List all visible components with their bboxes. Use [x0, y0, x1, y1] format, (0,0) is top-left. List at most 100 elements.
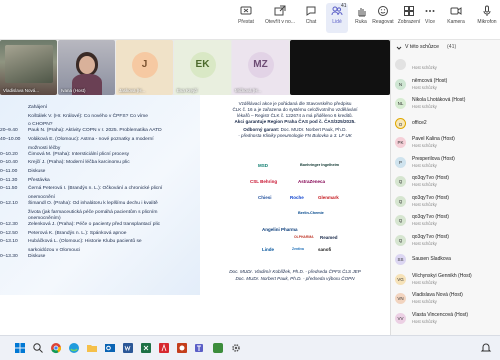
participant-name: Presperilova (Host)	[412, 155, 455, 162]
participant-name: Sausen Sladkova	[412, 256, 451, 262]
logo-csl-behring: CSL Behring	[250, 179, 278, 184]
participant-avatar: NL	[395, 98, 406, 109]
info-line-2: ČLK č. 16 a je zařazena do systému celož…	[232, 107, 358, 112]
acrobat-icon[interactable]	[158, 342, 170, 354]
camera-label: Kamera	[447, 19, 465, 25]
word-icon[interactable]	[122, 342, 134, 354]
camera-icon	[450, 7, 462, 15]
camera-button[interactable]: Kamera	[446, 5, 466, 25]
agenda-text: Šimandl O. (Praha): Od inhalátoru k lepl…	[28, 201, 158, 206]
view-button[interactable]: Zobrazení	[396, 5, 422, 25]
participant-name: němcová (Host)	[412, 77, 448, 84]
participant-item[interactable]: Qqo3qyTvo (Host) Host schůzky	[391, 193, 500, 211]
logo-sanofi: sanofi	[318, 247, 332, 252]
participant-avatar: P	[395, 156, 406, 168]
video-tile-1[interactable]: Vladislava Nová...	[0, 40, 57, 95]
guarantee-line: Odborný garant: Doc. MUDr. Norbert Pauk,…	[200, 127, 390, 133]
video-tile-5[interactable]: MZ Mičková (H...	[232, 40, 289, 95]
avatar: J	[131, 51, 158, 78]
meeting-toolbar: Přestat Otevřít v no... Chat Lidé 41 Ruk…	[0, 0, 500, 40]
participant-avatar: VG	[395, 273, 406, 285]
guarantee-role: - přednosta Kliniky pneumologie FN Bulov…	[238, 133, 352, 138]
chat-button[interactable]: Chat	[301, 5, 321, 25]
agenda-text: sarkoidózou v Olomouci	[28, 247, 81, 253]
participant-item[interactable]: Qqo3qyTvo (Host) Host schůzky	[391, 212, 500, 230]
video-tile-4[interactable]: EK Eva Krejčí	[174, 40, 231, 95]
outlook-icon[interactable]	[104, 342, 116, 354]
windows-taskbar	[0, 335, 500, 360]
logo-msd: MSD	[258, 163, 268, 168]
participant-avatar: N	[395, 78, 406, 90]
settings-icon[interactable]	[230, 342, 242, 354]
raise-hand-button[interactable]: Ruka	[352, 5, 370, 25]
participant-item[interactable]: Host schůzky	[391, 56, 500, 74]
agenda-time: 0–12.10	[0, 201, 18, 206]
agenda-text: Hubáčková L. (Olomouc): Historie Klubu p…	[28, 239, 142, 245]
video-tile-self[interactable]	[290, 40, 390, 95]
participant-item[interactable]: Qqo3qyTvo (Host) Host schůzky	[391, 232, 500, 250]
participant-item[interactable]: P Presperilova (Host) Host schůzky	[391, 154, 500, 172]
camera-feed-face	[79, 56, 95, 74]
video-tile-3[interactable]: J Jaskova (H...	[116, 40, 173, 95]
stop-sharing-label: Přestat	[238, 19, 254, 25]
participant-name: office2	[412, 119, 427, 126]
agenda-text: Peterová K. (Brandýs n. L.): Spánková ap…	[28, 230, 127, 236]
notification-icon[interactable]	[480, 342, 492, 354]
participant-role: Host schůzky	[412, 84, 437, 90]
logo-zentiva: Zentiva	[292, 247, 304, 251]
participant-item[interactable]: VV Vlasta Vincencová (Host) Host schůzky	[391, 310, 500, 328]
teams-icon[interactable]	[194, 342, 206, 354]
agenda-time: 0–13.10	[0, 239, 18, 245]
powerpoint-icon[interactable]	[176, 342, 188, 354]
logo-olpharma: OLPHARMA	[294, 235, 314, 239]
stop-sharing-button[interactable]: Přestat	[233, 5, 259, 25]
shared-presentation: Zahájení Koštálek V. (Hr. Králové): Co no…	[0, 95, 390, 295]
participant-item[interactable]: Nněmcová (Host) Host schůzky	[391, 76, 500, 94]
participant-name: qo3qyTvo (Host)	[412, 194, 449, 201]
agenda-text: možnosti léčby	[28, 145, 61, 151]
participant-item[interactable]: PK Pavel Kalina (Host) Host schůzky	[391, 134, 500, 152]
logo-reamed: Reamed	[320, 235, 338, 240]
open-in-new-window-button[interactable]: Otevřít v no...	[259, 5, 301, 25]
app-icon[interactable]	[212, 342, 224, 354]
windows-start-icon[interactable]	[14, 342, 26, 354]
participant-name: Vilchynskyi Gennikh (Host)	[412, 272, 472, 279]
video-tile-2[interactable]: Ivana (Host)	[58, 40, 115, 95]
file-explorer-icon[interactable]	[86, 342, 98, 354]
tile-name: Vladislava Nová...	[3, 88, 40, 93]
participant-item[interactable]: SS Sausen Sladkova	[391, 251, 500, 269]
people-count: 41	[341, 3, 347, 9]
camera-feed	[5, 45, 53, 83]
participant-item[interactable]: NL Nikola Lhotáková (Host) Host schůzky	[391, 95, 500, 113]
edge-icon[interactable]	[68, 342, 80, 354]
people-button[interactable]: Lidé 41	[326, 3, 348, 33]
chevron-down-icon[interactable]	[396, 45, 402, 51]
participant-avatar: Q	[395, 176, 406, 187]
participant-item[interactable]: Ooffice2	[391, 115, 500, 133]
participant-item[interactable]: VN Vladislava Nová (Host) Host schůzky	[391, 290, 500, 308]
participant-role: Host schůzky	[412, 162, 437, 168]
agenda-time: 40–10.00	[0, 137, 21, 142]
logo-astrazeneca: AstraZeneca	[298, 179, 326, 184]
excel-icon[interactable]	[140, 342, 152, 354]
agenda-time: 0–12.30	[0, 222, 18, 227]
participants-heading: V této schůzce	[405, 44, 440, 50]
participant-role: Host schůzky	[412, 143, 437, 148]
participant-item[interactable]: VG Vilchynskyi Gennikh (Host) Host schůzky	[391, 271, 500, 289]
agenda-text: Koštálek V. (Hr. Králové): Co nového v Č…	[28, 113, 148, 119]
search-icon[interactable]	[32, 342, 44, 354]
agenda-text: Čimová M. (Praha): Intersticiální plicní…	[28, 151, 130, 157]
participant-name: Vladislava Nová (Host)	[412, 292, 463, 298]
participant-item[interactable]: Qqo3qyTvo (Host) Host schůzky	[391, 173, 500, 191]
open-window-icon	[274, 5, 286, 16]
microphone-button[interactable]: Mikrofon	[474, 5, 500, 25]
avatar: MZ	[247, 51, 274, 78]
grid-icon	[404, 6, 414, 16]
chrome-icon[interactable]	[50, 342, 62, 354]
react-button[interactable]: Reagovat	[370, 5, 396, 25]
agenda-time: 20–9.40	[0, 128, 18, 134]
participant-avatar: SS	[395, 254, 406, 265]
more-button[interactable]: Více	[422, 5, 438, 25]
microphone-label: Mikrofon	[477, 19, 497, 25]
guarantee-name: Doc. MUDr. Norbert Pauk, Ph.D.	[280, 127, 347, 132]
